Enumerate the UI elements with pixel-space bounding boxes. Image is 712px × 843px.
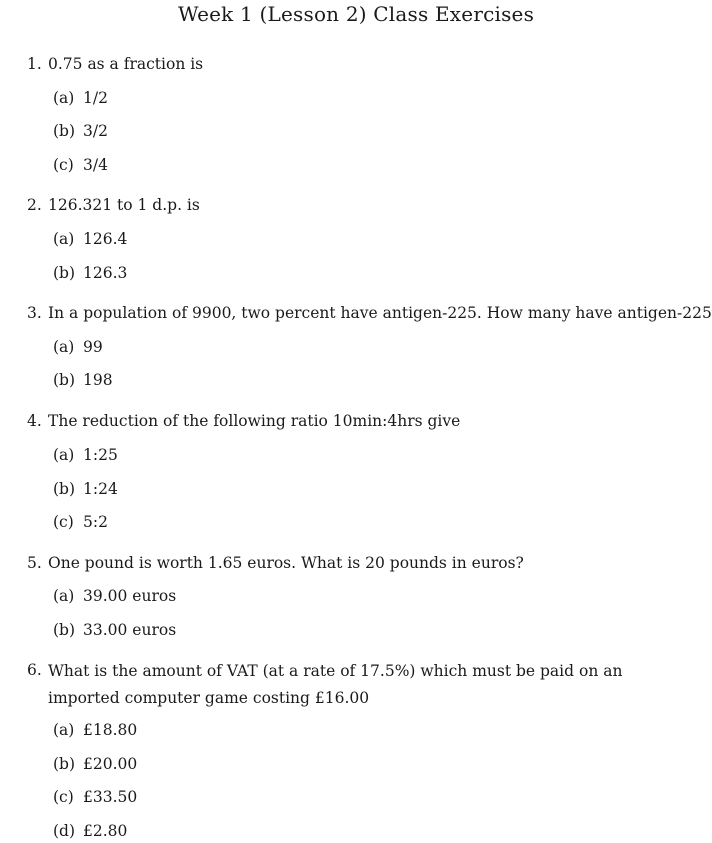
option-label: (b) <box>53 755 76 773</box>
question-text: What is the amount of VAT (at a rate of … <box>48 662 623 707</box>
option-label: (c) <box>53 156 74 174</box>
question-number: 3. <box>27 304 42 322</box>
option-6a: (a) £18.80 <box>53 718 137 742</box>
option-label: (b) <box>53 621 76 639</box>
option-text: 126.3 <box>83 264 128 282</box>
question-4: 4. The reduction of the following ratio 1… <box>27 409 460 433</box>
option-1b: (b) 3/2 <box>53 119 108 143</box>
option-label: (a) <box>53 446 75 464</box>
option-1c: (c) 3/4 <box>53 153 108 177</box>
option-text: 1:25 <box>83 446 118 464</box>
option-4b: (b) 1:24 <box>53 477 118 501</box>
question-number: 5. <box>27 554 42 572</box>
question-text: 0.75 as a fraction is <box>48 55 204 73</box>
option-text: £18.80 <box>83 721 138 739</box>
option-2a: (a) 126.4 <box>53 227 127 251</box>
option-4c: (c) 5:2 <box>53 510 108 534</box>
option-label: (a) <box>53 587 75 605</box>
option-5a: (a) 39.00 euros <box>53 584 176 608</box>
option-1a: (a) 1/2 <box>53 86 108 110</box>
question-5: 5. One pound is worth 1.65 euros. What is… <box>27 551 524 575</box>
option-text: £2.80 <box>83 822 128 840</box>
option-label: (b) <box>53 264 76 282</box>
question-6: 6. What is the amount of VAT (at a rate o… <box>27 658 697 712</box>
question-number: 2. <box>27 196 42 214</box>
option-text: 5:2 <box>83 513 108 531</box>
question-text: The reduction of the following ratio 10m… <box>48 412 461 430</box>
option-label: (a) <box>53 230 75 248</box>
option-6b: (b) £20.00 <box>53 752 137 776</box>
page-title: Week 1 (Lesson 2) Class Exercises <box>177 2 535 26</box>
option-2b: (b) 126.3 <box>53 261 127 285</box>
question-number: 6. <box>27 661 42 679</box>
question-2: 2. 126.321 to 1 d.p. is <box>27 193 200 217</box>
option-text: 3/4 <box>83 156 108 174</box>
option-text: 3/2 <box>83 122 108 140</box>
option-text: 198 <box>83 371 113 389</box>
option-3b: (b) 198 <box>53 368 113 392</box>
option-text: 1:24 <box>83 480 118 498</box>
option-text: 33.00 euros <box>83 621 177 639</box>
option-label: (b) <box>53 122 76 140</box>
question-text: One pound is worth 1.65 euros. What is 2… <box>48 554 524 572</box>
option-label: (c) <box>53 513 74 531</box>
question-3: 3. In a population of 9900, two percent h… <box>27 301 712 325</box>
option-label: (a) <box>53 721 75 739</box>
option-text: 99 <box>83 338 103 356</box>
option-label: (a) <box>53 338 75 356</box>
question-number: 1. <box>27 55 42 73</box>
question-number: 4. <box>27 412 42 430</box>
option-label: (d) <box>53 822 76 840</box>
option-text: £20.00 <box>83 755 138 773</box>
option-text: £33.50 <box>83 788 138 806</box>
option-4a: (a) 1:25 <box>53 443 118 467</box>
option-6c: (c) £33.50 <box>53 785 137 809</box>
option-label: (a) <box>53 89 75 107</box>
option-label: (b) <box>53 480 76 498</box>
option-3a: (a) 99 <box>53 335 103 359</box>
option-6d: (d) £2.80 <box>53 819 127 843</box>
option-text: 1/2 <box>83 89 108 107</box>
option-label: (b) <box>53 371 76 389</box>
option-text: 39.00 euros <box>83 587 177 605</box>
question-text: In a population of 9900, two percent hav… <box>48 304 712 322</box>
option-label: (c) <box>53 788 74 806</box>
document-page: Week 1 (Lesson 2) Class Exercises 1. 0.75… <box>0 0 712 843</box>
question-1: 1. 0.75 as a fraction is <box>27 52 203 76</box>
option-text: 126.4 <box>83 230 128 248</box>
option-5b: (b) 33.00 euros <box>53 618 176 642</box>
question-text: 126.321 to 1 d.p. is <box>48 196 200 214</box>
